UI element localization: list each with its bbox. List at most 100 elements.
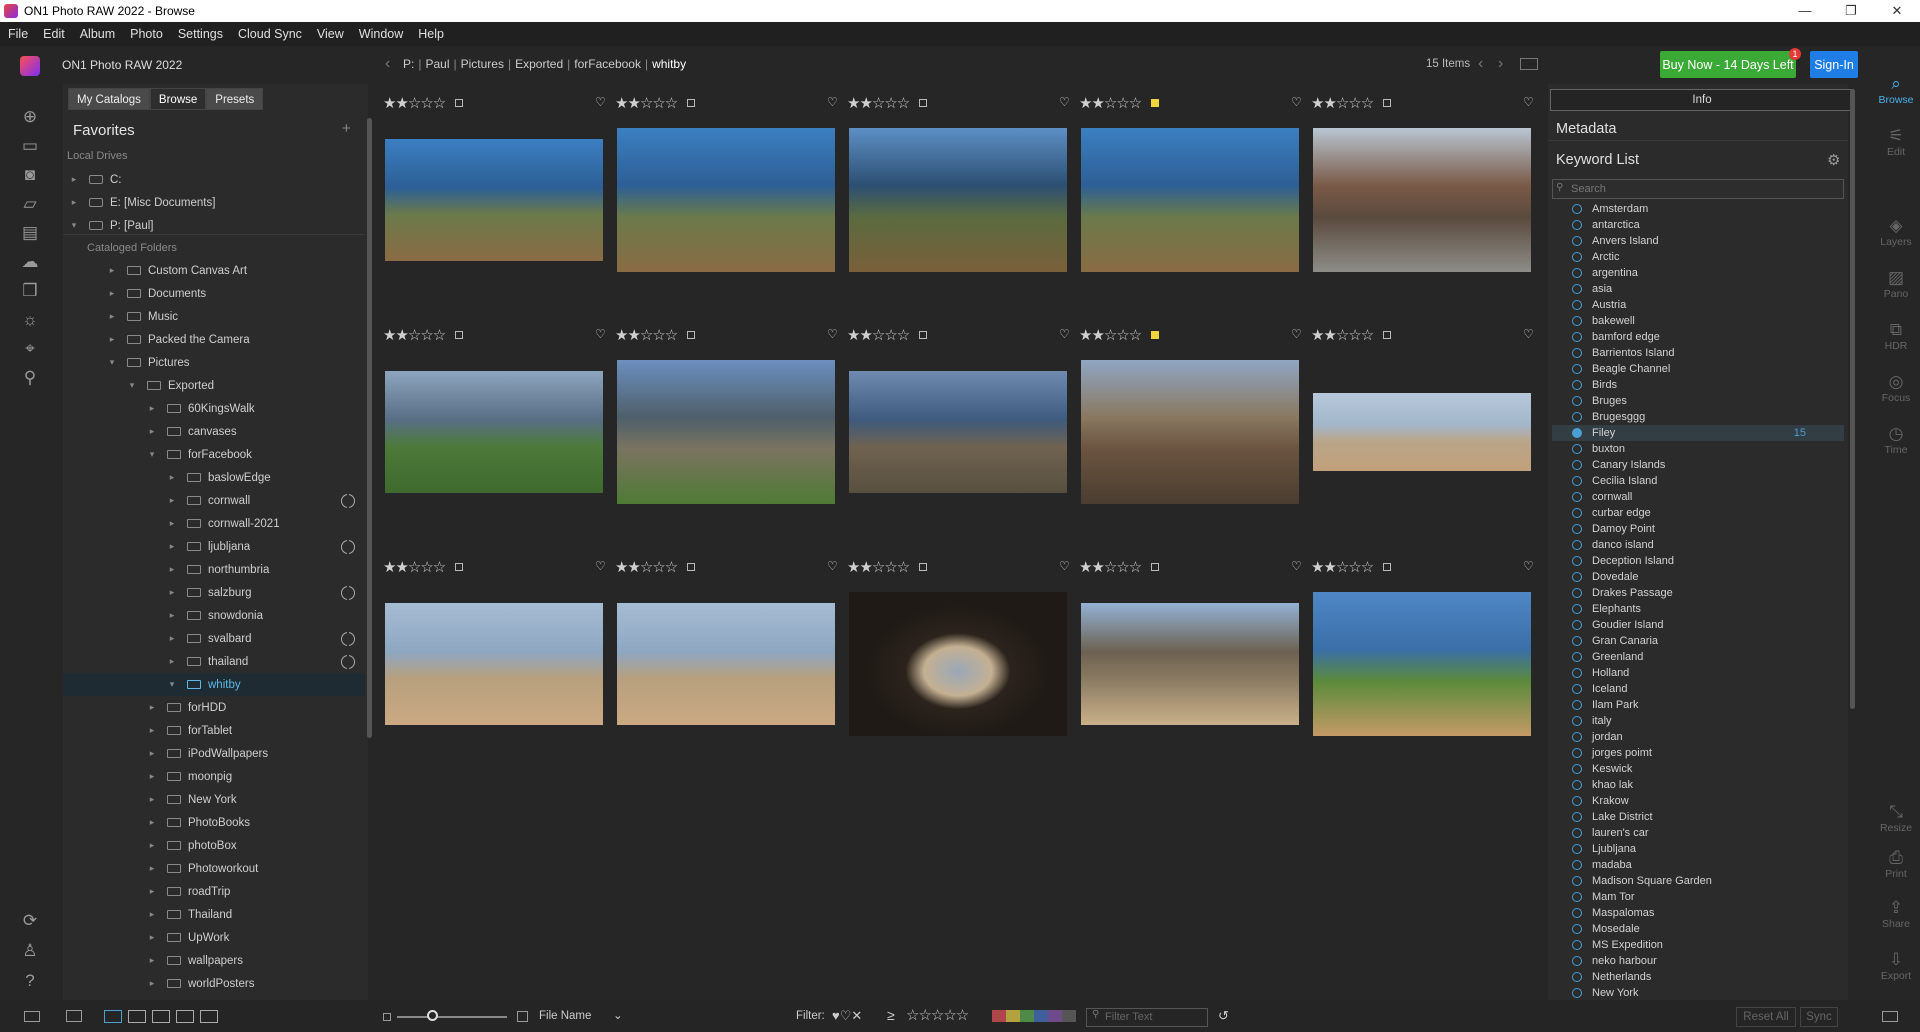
- color-label-box[interactable]: [1151, 331, 1160, 339]
- keyword-checkbox[interactable]: [1572, 892, 1582, 902]
- filmstrip-view-icon[interactable]: [152, 1010, 170, 1023]
- chevron-right-icon[interactable]: ▸: [167, 656, 177, 667]
- color-filter-swatch[interactable]: [992, 1010, 1006, 1022]
- keyword-item[interactable]: Maspalomas: [1552, 905, 1844, 921]
- chevron-right-icon[interactable]: ▸: [147, 840, 157, 851]
- compare-view-icon[interactable]: [176, 1010, 194, 1023]
- keyword-checkbox[interactable]: [1572, 588, 1582, 598]
- photo-rating[interactable]: ★★☆☆☆: [847, 94, 928, 112]
- star-rating-icon[interactable]: ★★☆☆☆: [1311, 558, 1374, 576]
- keyword-item[interactable]: Iceland: [1552, 681, 1844, 697]
- keyword-item[interactable]: Beagle Channel: [1552, 361, 1844, 377]
- color-label-box[interactable]: [1383, 563, 1392, 571]
- folder-item[interactable]: ▸ canvases: [63, 420, 365, 443]
- photo-rating[interactable]: ★★☆☆☆: [847, 326, 928, 344]
- photo-rating[interactable]: ★★☆☆☆: [847, 558, 928, 576]
- keyword-checkbox[interactable]: [1572, 940, 1582, 950]
- star-rating-icon[interactable]: ★★☆☆☆: [1311, 326, 1374, 344]
- keyword-checkbox[interactable]: [1572, 476, 1582, 486]
- heart-icon[interactable]: ♡: [827, 327, 838, 341]
- folder-item[interactable]: ▸ forTablet: [63, 719, 365, 742]
- keyword-checkbox[interactable]: [1572, 364, 1582, 374]
- folder-item[interactable]: ▸ forHDD: [63, 696, 365, 719]
- folder-item[interactable]: ▸ snowdonia: [63, 604, 365, 627]
- chevron-down-icon[interactable]: ▾: [107, 357, 117, 368]
- buy-now-button[interactable]: Buy Now - 14 Days Left: [1660, 51, 1796, 78]
- star-rating-icon[interactable]: ★★☆☆☆: [847, 94, 910, 112]
- star-rating-icon[interactable]: ★★☆☆☆: [847, 558, 910, 576]
- keyword-checkbox[interactable]: [1572, 444, 1582, 454]
- keyword-checkbox[interactable]: [1572, 828, 1582, 838]
- keyword-checkbox[interactable]: [1572, 492, 1582, 502]
- chevron-right-icon[interactable]: ▸: [167, 472, 177, 483]
- chevron-right-icon[interactable]: ▸: [69, 197, 79, 208]
- folder-item[interactable]: ▸ Photoworkout: [63, 857, 365, 880]
- chevron-right-icon[interactable]: ▸: [147, 725, 157, 736]
- maximize-button[interactable]: ❐: [1828, 0, 1874, 22]
- photo-rating[interactable]: ★★☆☆☆: [383, 326, 464, 344]
- heart-icon[interactable]: ♡: [1291, 559, 1302, 573]
- photo-thumbnail[interactable]: [849, 592, 1067, 736]
- close-button[interactable]: ✕: [1874, 0, 1920, 22]
- photo-thumbnail[interactable]: [385, 371, 603, 493]
- photo-thumbnail[interactable]: [849, 371, 1067, 493]
- keyword-checkbox[interactable]: [1572, 972, 1582, 982]
- star-rating-icon[interactable]: ★★☆☆☆: [383, 558, 446, 576]
- photo-thumbnail[interactable]: [1081, 128, 1299, 272]
- keyword-item[interactable]: lauren's car: [1552, 825, 1844, 841]
- keyword-checkbox[interactable]: [1572, 876, 1582, 886]
- star-rating-icon[interactable]: ★★☆☆☆: [615, 326, 678, 344]
- chevron-right-icon[interactable]: ▸: [167, 564, 177, 575]
- keyword-checkbox[interactable]: [1572, 844, 1582, 854]
- chevron-right-icon[interactable]: ▸: [147, 794, 157, 805]
- chevron-right-icon[interactable]: ▸: [147, 932, 157, 943]
- heart-icon[interactable]: ♡: [1291, 327, 1302, 341]
- folder-item[interactable]: ▸ thailand: [63, 650, 365, 673]
- chevron-right-icon[interactable]: ▸: [167, 587, 177, 598]
- keyword-item[interactable]: Mam Tor: [1552, 889, 1844, 905]
- monitor-icon[interactable]: ▭: [17, 135, 43, 157]
- breadcrumb-item[interactable]: forFacebook: [574, 57, 641, 71]
- folder-item[interactable]: ▸ cornwall-2021: [63, 512, 365, 535]
- add-icon[interactable]: ⊕: [17, 106, 43, 128]
- lightbulb-icon[interactable]: ☼: [17, 309, 43, 331]
- minimize-button[interactable]: —: [1782, 0, 1828, 22]
- folder-item[interactable]: ▾ Pictures: [63, 351, 365, 374]
- search-icon[interactable]: ⚲: [17, 367, 43, 389]
- photo-thumbnail[interactable]: [385, 603, 603, 725]
- sync-target-icon[interactable]: [341, 583, 355, 602]
- folder-item[interactable]: ▸ New York: [63, 788, 365, 811]
- folder-item[interactable]: ▸ wallpapers: [63, 949, 365, 972]
- keyword-checkbox[interactable]: [1572, 748, 1582, 758]
- keyword-item[interactable]: jorges poimt: [1552, 745, 1844, 761]
- heart-icon[interactable]: ♡: [1059, 327, 1070, 341]
- keyword-checkbox[interactable]: [1572, 988, 1582, 998]
- reset-all-button[interactable]: Reset All: [1736, 1007, 1796, 1027]
- folder-item[interactable]: ▸ Music: [63, 305, 365, 328]
- rail-time[interactable]: ◷ Time: [1872, 424, 1920, 456]
- color-filter-swatch[interactable]: [1062, 1010, 1076, 1022]
- keyword-item[interactable]: bakewell: [1552, 313, 1844, 329]
- keyword-checkbox[interactable]: [1572, 668, 1582, 678]
- heart-icon[interactable]: ♡: [1523, 95, 1534, 109]
- folder-item[interactable]: ▸ Packed the Camera: [63, 328, 365, 351]
- keyword-checkbox[interactable]: [1572, 396, 1582, 406]
- menu-edit[interactable]: Edit: [43, 27, 65, 41]
- keyword-checkbox[interactable]: [1572, 204, 1582, 214]
- keyword-checkbox[interactable]: [1572, 284, 1582, 294]
- small-thumb-icon[interactable]: [383, 1013, 391, 1021]
- photo-thumbnail[interactable]: [617, 360, 835, 504]
- sync-target-icon[interactable]: [341, 491, 355, 510]
- photo-rating[interactable]: ★★☆☆☆: [383, 94, 464, 112]
- color-label-box[interactable]: [687, 563, 696, 571]
- breadcrumb-item[interactable]: Exported: [515, 57, 563, 71]
- drive-item[interactable]: ▸ C:: [63, 168, 365, 191]
- keyword-checkbox[interactable]: [1572, 300, 1582, 310]
- chevron-right-icon[interactable]: ▸: [167, 495, 177, 506]
- keyword-item[interactable]: Austria: [1552, 297, 1844, 313]
- keyword-checkbox[interactable]: [1572, 684, 1582, 694]
- photo-rating[interactable]: ★★☆☆☆: [615, 326, 696, 344]
- keyword-checkbox[interactable]: [1572, 780, 1582, 790]
- star-rating-icon[interactable]: ★★☆☆☆: [383, 326, 446, 344]
- chevron-right-icon[interactable]: ▸: [107, 334, 117, 345]
